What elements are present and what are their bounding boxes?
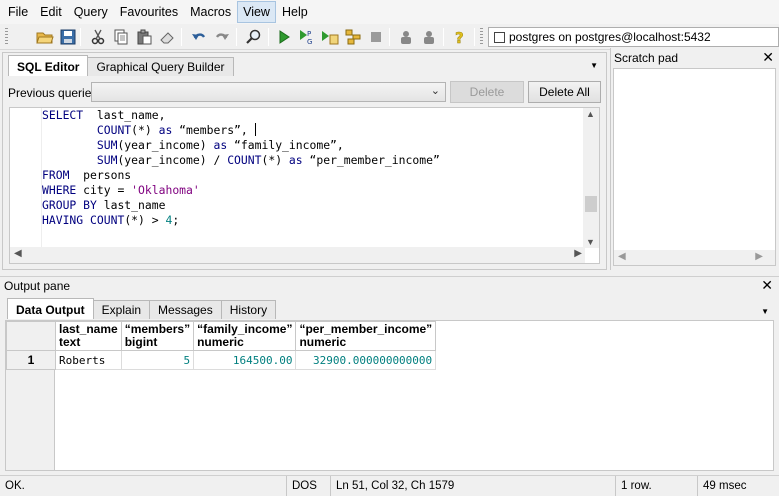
delete-all-button[interactable]: Delete All	[528, 81, 601, 103]
menu-macros[interactable]: Macros	[184, 1, 237, 23]
scroll-right-icon[interactable]: ▶	[755, 251, 763, 262]
execute-pgscript-icon[interactable]: PG	[298, 28, 316, 46]
output-tabs: Data Output Explain Messages History	[7, 298, 277, 319]
connection-checkbox[interactable]	[494, 31, 505, 43]
explain-grid-icon[interactable]	[344, 28, 362, 46]
scratch-pad-textarea[interactable]: ◀ ▶	[613, 68, 776, 266]
help-icon[interactable]: ?	[451, 28, 469, 46]
menu-query[interactable]: Query	[68, 1, 114, 23]
undo-icon[interactable]	[190, 28, 208, 46]
svg-text:P: P	[307, 30, 311, 38]
menu-help[interactable]: Help	[276, 1, 314, 23]
tab-history[interactable]: History	[220, 300, 277, 319]
svg-text:G: G	[307, 38, 312, 46]
status-message: OK.	[5, 480, 25, 492]
eraser-icon[interactable]	[158, 28, 176, 46]
scratch-horizontal-scrollbar[interactable]: ◀ ▶	[614, 250, 775, 265]
status-exec-time: 49 msec	[697, 476, 779, 496]
tab-explain[interactable]: Explain	[92, 300, 151, 319]
tab-sql-editor[interactable]: SQL Editor	[8, 55, 89, 76]
code-margin	[10, 108, 42, 248]
scroll-right-icon[interactable]: ▶	[574, 248, 582, 259]
toolbar-grip-2[interactable]	[480, 28, 483, 46]
output-pane-header: Output pane ✕	[0, 276, 779, 294]
delete-button[interactable]: Delete	[450, 81, 524, 103]
table-header-row: last_name text “members” bigint “family_in…	[6, 321, 437, 351]
explain-analyze-icon[interactable]	[420, 28, 438, 46]
execute-icon[interactable]	[275, 28, 293, 46]
sql-code-editor[interactable]: SELECT last_name, COUNT(*) as “members”,…	[9, 107, 600, 264]
output-pane-title: Output pane	[4, 279, 71, 293]
result-table: last_name text “members” bigint “family_in…	[6, 321, 437, 370]
scrollbar-thumb[interactable]	[585, 196, 597, 212]
menu-view[interactable]: View	[237, 1, 276, 23]
table-row[interactable]: 1 Roberts 5 164500.00 32900.000000000000	[6, 350, 437, 370]
scratch-pad-title: Scratch pad	[614, 51, 679, 65]
status-cursor-position: Ln 51, Col 32, Ch 1579	[330, 476, 615, 496]
scroll-down-icon[interactable]: ▼	[586, 237, 595, 247]
code-horizontal-scrollbar[interactable]: ◀ ▶	[10, 247, 585, 263]
tab-messages[interactable]: Messages	[149, 300, 222, 319]
toolbar-grip[interactable]	[5, 28, 8, 46]
scroll-up-icon[interactable]: ▲	[586, 109, 595, 119]
svg-text:?: ?	[455, 29, 464, 45]
connection-label: postgres on postgres@localhost:5432	[509, 30, 711, 44]
status-encoding: DOS	[286, 476, 330, 496]
previous-queries-label: Previous queries	[8, 86, 98, 100]
connection-selector[interactable]: postgres on postgres@localhost:5432	[488, 27, 779, 47]
menu-edit[interactable]: Edit	[34, 1, 68, 23]
save-icon[interactable]	[59, 28, 77, 46]
tab-graphical-query-builder[interactable]: Graphical Query Builder	[87, 57, 234, 76]
sql-code[interactable]: SELECT last_name, COUNT(*) as “members”,…	[42, 108, 440, 228]
scroll-left-icon[interactable]: ◀	[14, 248, 22, 259]
row-header-column	[6, 355, 55, 470]
editor-tabs: SQL Editor Graphical Query Builder	[8, 55, 234, 76]
paste-icon[interactable]	[135, 28, 153, 46]
editor-tab-menu-icon[interactable]: ▼	[590, 61, 598, 70]
code-vertical-scrollbar[interactable]: ▲ ▼	[583, 108, 599, 248]
status-row-count: 1 row.	[615, 476, 697, 496]
close-icon[interactable]: ✕	[762, 49, 774, 66]
scratch-pad-panel: Scratch pad ✕ ◀ ▶	[610, 48, 779, 270]
data-output-grid[interactable]: last_name text “members” bigint “family_in…	[5, 320, 774, 471]
menu-favourites[interactable]: Favourites	[114, 1, 184, 23]
table-cell[interactable]: 5	[120, 350, 195, 370]
menu-bar: File Edit Query Favourites Macros View H…	[0, 0, 779, 24]
open-folder-icon[interactable]	[36, 28, 54, 46]
explain-icon[interactable]	[397, 28, 415, 46]
find-icon[interactable]	[245, 28, 263, 46]
column-header[interactable]: “family_income” numeric	[193, 321, 297, 351]
copy-icon[interactable]	[112, 28, 130, 46]
redo-icon[interactable]	[213, 28, 231, 46]
previous-queries-dropdown[interactable]: ⌄	[91, 82, 446, 102]
column-header[interactable]: “per_member_income” numeric	[295, 321, 437, 351]
column-header[interactable]: last_name text	[55, 321, 122, 351]
column-header[interactable]: “members” bigint	[120, 321, 195, 351]
status-bar: OK. DOS Ln 51, Col 32, Ch 1579 1 row. 49…	[0, 475, 779, 496]
menu-file[interactable]: File	[2, 1, 34, 23]
tab-data-output[interactable]: Data Output	[7, 298, 94, 319]
output-tab-menu-icon[interactable]: ▼	[761, 307, 769, 316]
cut-icon[interactable]	[89, 28, 107, 46]
table-cell[interactable]: Roberts	[55, 350, 122, 370]
stop-icon[interactable]	[367, 28, 385, 46]
chevron-down-icon: ⌄	[430, 85, 440, 97]
table-cell[interactable]: 164500.00	[193, 350, 297, 370]
row-number[interactable]: 1	[6, 350, 56, 370]
grid-corner[interactable]	[6, 321, 56, 351]
table-cell[interactable]: 32900.000000000000	[295, 350, 437, 370]
sql-editor-panel: SQL Editor Graphical Query Builder ▼ Pre…	[2, 52, 607, 270]
execute-to-file-icon[interactable]	[321, 28, 339, 46]
close-icon[interactable]: ✕	[761, 277, 773, 294]
scroll-left-icon[interactable]: ◀	[618, 251, 626, 262]
